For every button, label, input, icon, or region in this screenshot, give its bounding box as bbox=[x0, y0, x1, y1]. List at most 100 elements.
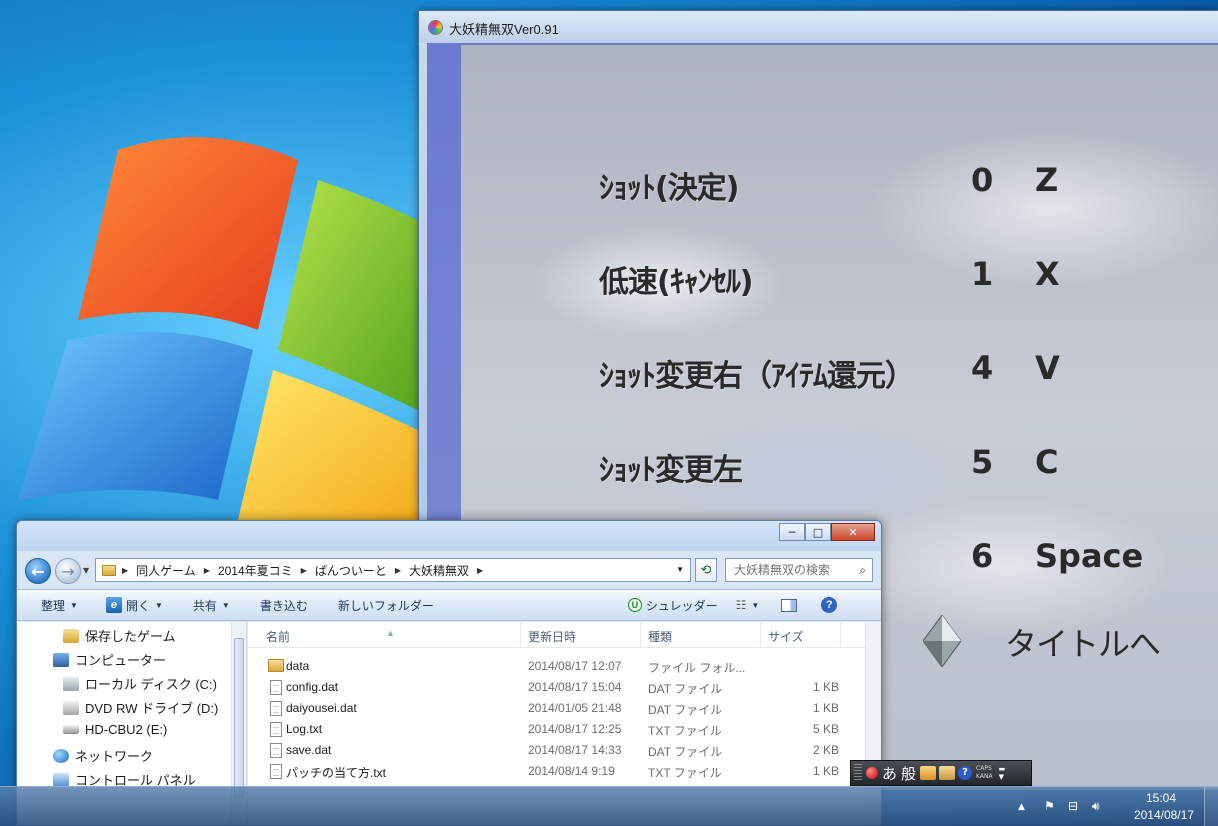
ime-language-bar[interactable]: あ 般 ? CAPS KANA ▬ ▼ bbox=[850, 760, 1032, 786]
nav-item-label: DVD RW ドライブ (D:) bbox=[85, 701, 219, 716]
refresh-icon: ⟲ bbox=[700, 562, 712, 578]
chevron-down-icon: ▼ bbox=[751, 600, 760, 610]
search-box[interactable]: ⌕ bbox=[725, 558, 873, 582]
scrollbar-thumb[interactable] bbox=[234, 638, 244, 798]
breadcrumb-item[interactable]: 同人ゲーム bbox=[136, 562, 196, 579]
column-divider[interactable] bbox=[840, 622, 841, 648]
nav-item-dvd-drive[interactable]: DVD RW ドライブ (D:) bbox=[63, 698, 218, 717]
shredder-button[interactable]: U シュレッダー bbox=[627, 597, 718, 614]
breadcrumb-separator[interactable]: ▶ bbox=[395, 566, 401, 575]
file-row[interactable]: save.dat 2014/08/17 14:33 DAT ファイル 2 KB bbox=[258, 740, 881, 761]
menu-label-shot-left[interactable]: ｼｮｯﾄ変更左 bbox=[599, 445, 743, 489]
file-row[interactable]: daiyousei.dat 2014/01/05 21:48 DAT ファイル … bbox=[258, 698, 881, 719]
file-row[interactable]: data 2014/08/17 12:07 ファイル フォル... bbox=[258, 656, 881, 677]
nav-item-saved-games[interactable]: 保存したゲーム bbox=[63, 626, 176, 645]
nav-item-external-drive[interactable]: HD-CBU2 (E:) bbox=[63, 722, 167, 737]
volume-icon[interactable]: 🔊︎ bbox=[1092, 799, 1100, 814]
file-type: DAT ファイル bbox=[648, 703, 723, 717]
chevron-down-icon: ▼ bbox=[221, 600, 230, 610]
menu-back-to-title[interactable]: タイトルへ bbox=[1005, 619, 1161, 665]
show-desktop-button[interactable] bbox=[1204, 787, 1218, 826]
open-button[interactable]: e 開く ▼ bbox=[105, 597, 163, 614]
nav-item-network[interactable]: ネットワーク bbox=[53, 746, 153, 765]
file-date: 2014/08/14 9:19 bbox=[528, 764, 615, 778]
column-divider[interactable] bbox=[640, 622, 641, 648]
nav-item-label: ローカル ディスク (C:) bbox=[85, 677, 217, 692]
minimize-button[interactable]: ─ bbox=[779, 523, 805, 541]
burn-label: 書き込む bbox=[259, 598, 308, 613]
navigation-bar: ← → ▼ ▶ 同人ゲーム ▶ 2014年夏コミ ▶ ぱんついーと ▶ 大妖精無… bbox=[17, 553, 881, 587]
address-dropdown-icon[interactable]: ▼ bbox=[676, 565, 684, 574]
file-type: DAT ファイル bbox=[648, 745, 723, 759]
explorer-caption-bar[interactable]: ─ □ ✕ bbox=[17, 521, 881, 551]
refresh-button[interactable]: ⟲ bbox=[695, 558, 717, 582]
menu-label-slow[interactable]: 低速(ｷｬﾝｾﾙ) bbox=[599, 257, 753, 301]
menu-label-shot[interactable]: ｼｮｯﾄ(決定) bbox=[599, 163, 739, 207]
ime-options-icon[interactable]: ▬ ▼ bbox=[999, 765, 1006, 781]
breadcrumb-item[interactable]: 大妖精無双 bbox=[409, 562, 469, 579]
column-header-type[interactable]: 種類 bbox=[648, 628, 672, 645]
search-icon[interactable]: ⌕ bbox=[859, 563, 866, 578]
nav-item-local-disk[interactable]: ローカル ディスク (C:) bbox=[63, 674, 217, 693]
breadcrumb-item[interactable]: ぱんついーと bbox=[315, 562, 387, 579]
column-divider[interactable] bbox=[760, 622, 761, 648]
file-row[interactable]: パッチの当て方.txt 2014/08/14 9:19 TXT ファイル 1 K… bbox=[258, 761, 881, 782]
back-button[interactable]: ← bbox=[25, 558, 51, 584]
preview-pane-button[interactable] bbox=[781, 598, 798, 612]
search-input[interactable] bbox=[734, 560, 854, 580]
view-options-button[interactable]: ☷ ▼ bbox=[736, 598, 760, 612]
ime-help-icon[interactable]: ? bbox=[958, 766, 973, 780]
file-icon bbox=[270, 743, 282, 758]
clock-time[interactable]: 15:04 bbox=[1146, 791, 1176, 805]
column-header-size[interactable]: サイズ bbox=[768, 628, 804, 645]
game-window-title: 大妖精無双Ver0.91 bbox=[449, 22, 559, 37]
file-row[interactable]: config.dat 2014/08/17 15:04 DAT ファイル 1 K… bbox=[258, 677, 881, 698]
file-row[interactable]: Log.txt 2014/08/17 12:25 TXT ファイル 5 KB bbox=[258, 719, 881, 740]
action-center-flag-icon[interactable]: ⚑ bbox=[1044, 799, 1055, 813]
view-list-icon: ☷ bbox=[735, 598, 747, 612]
nav-item-label: 保存したゲーム bbox=[85, 629, 176, 644]
maximize-button[interactable]: □ bbox=[805, 523, 831, 541]
ime-input-mode[interactable]: あ bbox=[882, 763, 897, 784]
organize-button[interactable]: 整理 ▼ bbox=[41, 597, 78, 614]
breadcrumb-separator[interactable]: ▶ bbox=[301, 566, 307, 575]
file-size: 1 KB bbox=[812, 764, 839, 778]
ime-tools-icon[interactable] bbox=[939, 766, 956, 780]
column-header-name[interactable]: 名前 bbox=[266, 628, 290, 645]
file-type: DAT ファイル bbox=[648, 682, 723, 696]
explorer-window[interactable]: ─ □ ✕ ← → ▼ ▶ 同人ゲーム ▶ 2014年夏コミ ▶ ぱんついーと … bbox=[16, 520, 882, 826]
help-button[interactable]: ? bbox=[821, 597, 838, 613]
browser-icon: e bbox=[105, 597, 122, 613]
nav-item-computer[interactable]: コンピューター bbox=[53, 650, 166, 669]
recent-pages-dropdown[interactable]: ▼ bbox=[83, 566, 89, 575]
ime-status-icon[interactable] bbox=[866, 767, 878, 779]
ime-pad-icon[interactable] bbox=[920, 766, 937, 780]
network-status-icon[interactable]: ⊟ bbox=[1068, 799, 1078, 813]
dvd-drive-icon bbox=[63, 700, 79, 715]
game-titlebar[interactable]: 大妖精無双Ver0.91 bbox=[419, 11, 1218, 43]
network-icon bbox=[53, 748, 69, 763]
forward-arrow-icon: → bbox=[61, 561, 75, 581]
file-name: daiyousei.dat bbox=[286, 701, 357, 715]
column-divider[interactable] bbox=[520, 622, 521, 648]
show-hidden-icons-icon[interactable]: ▲ bbox=[1018, 802, 1025, 812]
file-type: TXT ファイル bbox=[648, 766, 722, 780]
close-button[interactable]: ✕ bbox=[831, 523, 875, 541]
drag-handle[interactable] bbox=[854, 764, 862, 782]
open-label: 開く bbox=[125, 598, 150, 613]
file-icon bbox=[270, 764, 282, 779]
breadcrumb-separator[interactable]: ▶ bbox=[477, 566, 483, 575]
windows-logo bbox=[18, 137, 438, 520]
breadcrumb-item[interactable]: 2014年夏コミ bbox=[218, 562, 293, 579]
forward-button[interactable]: → bbox=[55, 558, 81, 584]
ime-dictionary-mode[interactable]: 般 bbox=[901, 763, 916, 784]
breadcrumb-separator[interactable]: ▶ bbox=[204, 566, 210, 575]
menu-label-shot-right[interactable]: ｼｮｯﾄ変更右（ｱｲﾃﾑ還元） bbox=[599, 351, 915, 395]
clock-date[interactable]: 2014/08/17 bbox=[1134, 808, 1194, 822]
new-folder-button[interactable]: 新しいフォルダー bbox=[338, 597, 434, 614]
address-bar[interactable]: ▶ 同人ゲーム ▶ 2014年夏コミ ▶ ぱんついーと ▶ 大妖精無双 ▶ ▼ bbox=[95, 558, 691, 582]
breadcrumb-separator[interactable]: ▶ bbox=[122, 566, 128, 575]
burn-button[interactable]: 書き込む bbox=[260, 597, 308, 614]
share-button[interactable]: 共有 ▼ bbox=[193, 597, 230, 614]
column-header-date[interactable]: 更新日時 bbox=[528, 628, 576, 645]
